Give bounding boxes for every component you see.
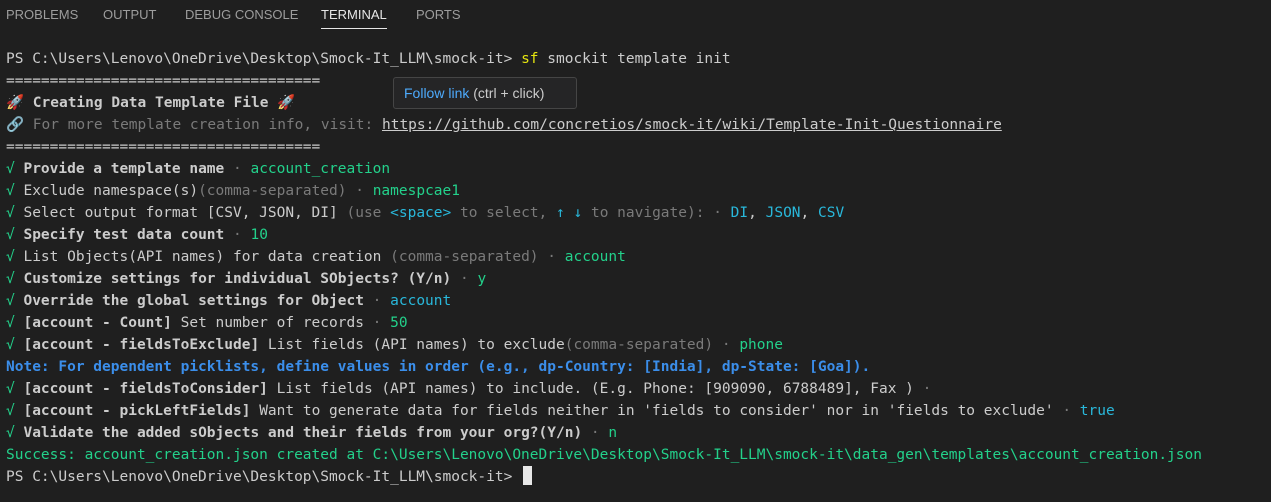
question-list-objects: √ List Objects(API names) for data creat… (6, 249, 626, 265)
active-tab-indicator (321, 28, 387, 29)
check-icon: √ (6, 271, 15, 287)
tab-ports[interactable]: PORTS (416, 7, 461, 22)
tab-problems[interactable]: PROBLEMS (6, 7, 78, 22)
check-icon: √ (6, 403, 15, 419)
tab-terminal[interactable]: TERMINAL (321, 7, 387, 22)
prompt: PS C:\Users\Lenovo\OneDrive\Desktop\Smoc… (6, 469, 513, 485)
prompt: PS C:\Users\Lenovo\OneDrive\Desktop\Smoc… (6, 51, 513, 67)
current-prompt-line[interactable]: PS C:\Users\Lenovo\OneDrive\Desktop\Smoc… (6, 466, 1202, 488)
question-template-name: √ Provide a template name · account_crea… (6, 161, 391, 177)
dependent-picklist-note: Note: For dependent picklists, define va… (6, 359, 871, 375)
follow-link[interactable]: Follow link (404, 85, 469, 101)
question-pick-left-fields: √ [account - pickLeftFields] Want to gen… (6, 403, 1115, 419)
question-override-settings: √ Override the global settings for Objec… (6, 293, 452, 309)
check-icon: √ (6, 249, 15, 265)
separator-top: ==================================== (6, 73, 321, 89)
check-icon: √ (6, 381, 15, 397)
check-icon: √ (6, 227, 15, 243)
check-icon: √ (6, 293, 15, 309)
tab-debug-console[interactable]: DEBUG CONSOLE (185, 7, 298, 22)
terminal-cursor (523, 466, 533, 485)
docs-link[interactable]: https://github.com/concretios/smock-it/w… (382, 117, 1002, 133)
question-validate-sobjects: √ Validate the added sObjects and their … (6, 425, 618, 441)
question-fields-to-exclude: √ [account - fieldsToExclude] List field… (6, 337, 783, 353)
command-args: smockit template init (547, 51, 731, 67)
info-line: 🔗 For more template creation info, visit… (6, 114, 1202, 136)
question-fields-to-consider: √ [account - fieldsToConsider] List fiel… (6, 381, 932, 397)
question-customize-sobjects: √ Customize settings for individual SObj… (6, 271, 487, 287)
separator-bottom: ==================================== (6, 139, 321, 155)
check-icon: √ (6, 205, 15, 221)
terminal-output[interactable]: PS C:\Users\Lenovo\OneDrive\Desktop\Smoc… (6, 48, 1202, 488)
check-icon: √ (6, 425, 15, 441)
success-message: Success: account_creation.json created a… (6, 447, 1202, 463)
follow-link-tooltip: Follow link (ctrl + click) (393, 77, 577, 109)
tab-output[interactable]: OUTPUT (103, 7, 156, 22)
command-line: PS C:\Users\Lenovo\OneDrive\Desktop\Smoc… (6, 48, 1202, 70)
template-title: 🚀 Creating Data Template File 🚀 (6, 95, 296, 111)
question-data-count: √ Specify test data count · 10 (6, 227, 268, 243)
check-icon: √ (6, 161, 15, 177)
panel-tab-bar: PROBLEMS OUTPUT DEBUG CONSOLE TERMINAL P… (0, 0, 1271, 30)
question-account-count: √ [account - Count] Set number of record… (6, 315, 408, 331)
question-exclude-namespace: √ Exclude namespace(s)(comma-separated) … (6, 183, 460, 199)
check-icon: √ (6, 183, 15, 199)
question-output-format: √ Select output format [CSV, JSON, DI] (… (6, 205, 845, 221)
info-prefix: 🔗 For more template creation info, visit… (6, 117, 382, 133)
follow-link-hint: (ctrl + click) (473, 85, 545, 101)
command-sf: sf (521, 51, 539, 67)
check-icon: √ (6, 337, 15, 353)
check-icon: √ (6, 315, 15, 331)
